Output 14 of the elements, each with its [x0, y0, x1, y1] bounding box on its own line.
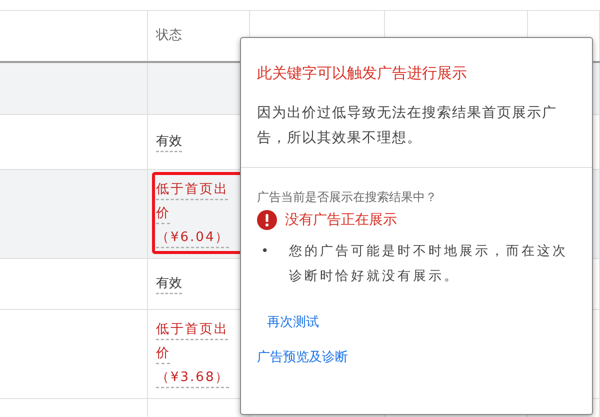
status-link[interactable]: 低于首页出价 （¥3.68）	[156, 318, 234, 390]
link[interactable]: 广告预览及诊断	[257, 348, 576, 368]
status-link[interactable]: 有效	[156, 130, 241, 154]
description-text: 因为出价过低导致无法在搜索结果首页展示广告，所以其效果不理想。	[257, 104, 558, 148]
bullet-text: 您的广告可能是时不时地展示，而在这次诊断时恰好就没有展示。	[289, 242, 569, 286]
error-icon	[257, 210, 277, 230]
link[interactable]: 再次测试	[267, 312, 576, 332]
column-header: 状态	[156, 27, 182, 46]
question-text: 广告当前是否展示在搜索结果中？	[257, 188, 438, 206]
status-link[interactable]: 有效	[156, 272, 241, 296]
status-link[interactable]: 低于首页出价 （¥6.04）	[156, 178, 234, 250]
result-text: 没有广告正在展示	[285, 210, 397, 230]
bullet-marker: •	[260, 242, 270, 260]
popover-title: 此关键字可以触发广告进行展示	[257, 63, 468, 84]
